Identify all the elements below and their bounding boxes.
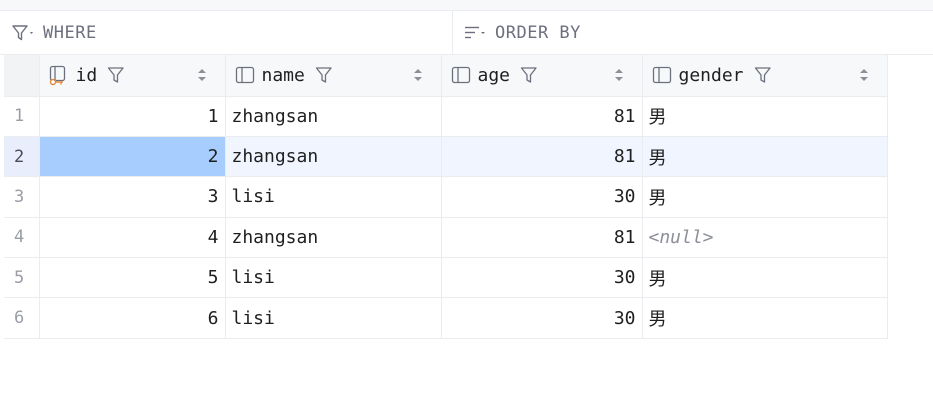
- filter-icon: [12, 24, 36, 42]
- column-icon: [450, 65, 472, 85]
- column-header-age[interactable]: age: [441, 55, 643, 97]
- column-name-id: id: [75, 64, 98, 86]
- cell-age[interactable]: 81: [441, 217, 643, 259]
- cell-name[interactable]: lisi: [225, 257, 442, 299]
- cell-age[interactable]: 81: [441, 136, 643, 178]
- cell-id[interactable]: 1: [39, 96, 226, 137]
- filter-divider: [452, 11, 453, 54]
- column-icon: [234, 65, 256, 85]
- row-number[interactable]: 6: [4, 297, 40, 339]
- filter-bar: WHERE ORDER BY: [0, 11, 933, 55]
- column-filter-icon[interactable]: [107, 66, 125, 84]
- cell-gender[interactable]: 男: [642, 96, 888, 137]
- primary-key-column-icon: [48, 64, 70, 86]
- column-header-gender[interactable]: gender: [642, 55, 888, 97]
- where-label: WHERE: [43, 22, 97, 43]
- cell-name[interactable]: lisi: [225, 297, 442, 339]
- cell-name[interactable]: zhangsan: [225, 96, 442, 137]
- column-name-age: age: [477, 64, 511, 86]
- cell-gender[interactable]: 男: [642, 136, 888, 178]
- cell-id-selected[interactable]: 2: [39, 136, 226, 178]
- column-name-gender: gender: [678, 64, 744, 86]
- table-row[interactable]: 1 1 zhangsan 81 男: [4, 96, 888, 137]
- data-grid: id name age gender 1 1 zhangsan 81 男 2 2…: [4, 55, 888, 339]
- select-all-corner[interactable]: [4, 55, 40, 97]
- table-row[interactable]: 5 5 lisi 30 男: [4, 257, 888, 299]
- cell-age[interactable]: 81: [441, 96, 643, 137]
- table-row[interactable]: 6 6 lisi 30 男: [4, 297, 888, 339]
- column-filter-icon[interactable]: [520, 66, 538, 84]
- cell-id[interactable]: 5: [39, 257, 226, 299]
- column-filter-icon[interactable]: [754, 66, 772, 84]
- row-number[interactable]: 3: [4, 176, 40, 218]
- cell-age[interactable]: 30: [441, 176, 643, 218]
- cell-gender[interactable]: 男: [642, 176, 888, 218]
- results-table: id name age gender 1 1 zhangsan 81 男 2 2…: [4, 55, 888, 339]
- row-number[interactable]: 2: [4, 136, 40, 178]
- sort-toggle-icon[interactable]: [859, 68, 869, 82]
- cell-name[interactable]: zhangsan: [225, 136, 442, 178]
- row-number[interactable]: 1: [4, 96, 40, 137]
- sort-toggle-icon[interactable]: [614, 68, 624, 82]
- cell-id[interactable]: 4: [39, 217, 226, 259]
- order-by-filter[interactable]: ORDER BY: [464, 11, 581, 54]
- sort-toggle-icon[interactable]: [197, 68, 207, 82]
- table-row-selected[interactable]: 2 2 zhangsan 81 男: [4, 136, 888, 178]
- sort-toggle-icon[interactable]: [413, 68, 423, 82]
- cell-name[interactable]: lisi: [225, 176, 442, 218]
- table-row[interactable]: 3 3 lisi 30 男: [4, 176, 888, 218]
- column-name-name: name: [261, 64, 305, 86]
- cell-id[interactable]: 3: [39, 176, 226, 218]
- header-row: id name age gender: [4, 55, 888, 97]
- cell-age[interactable]: 30: [441, 257, 643, 299]
- top-toolbar-strip: [0, 0, 933, 11]
- column-header-id[interactable]: id: [39, 55, 226, 97]
- row-number[interactable]: 4: [4, 217, 40, 259]
- cell-gender[interactable]: 男: [642, 297, 888, 339]
- cell-gender[interactable]: 男: [642, 257, 888, 299]
- where-filter[interactable]: WHERE: [12, 11, 97, 54]
- cell-age[interactable]: 30: [441, 297, 643, 339]
- table-row[interactable]: 4 4 zhangsan 81 <null>: [4, 217, 888, 259]
- cell-name[interactable]: zhangsan: [225, 217, 442, 259]
- sort-lines-icon: [464, 24, 488, 42]
- row-number[interactable]: 5: [4, 257, 40, 299]
- column-header-name[interactable]: name: [225, 55, 442, 97]
- cell-id[interactable]: 6: [39, 297, 226, 339]
- cell-gender-null[interactable]: <null>: [642, 217, 888, 259]
- column-icon: [651, 65, 673, 85]
- order-by-label: ORDER BY: [495, 22, 581, 43]
- column-filter-icon[interactable]: [315, 66, 333, 84]
